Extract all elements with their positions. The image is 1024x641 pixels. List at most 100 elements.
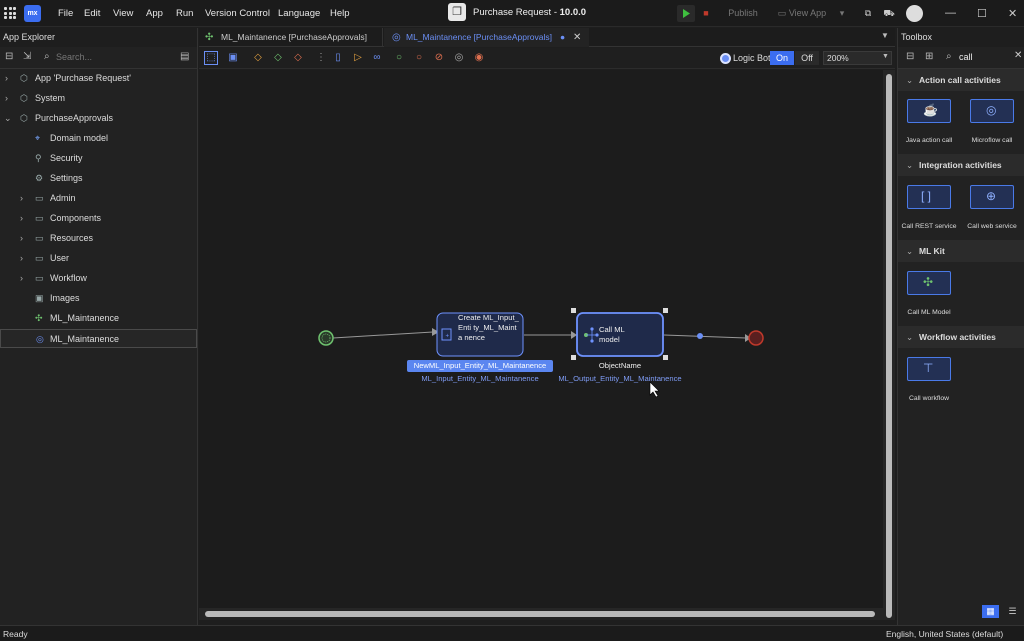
chevron-right-icon[interactable]: › xyxy=(20,229,30,248)
section-integration-activities[interactable]: ⌄ Integration activities xyxy=(898,154,1024,176)
create-activity-variable[interactable]: NewML_Input_Entity_ML_Maintanence xyxy=(407,360,553,372)
tool-call-ml-model[interactable]: ✣ xyxy=(907,271,951,295)
layout-icon[interactable]: ▤ xyxy=(180,51,189,62)
publish-button[interactable]: Publish xyxy=(720,5,766,22)
sequence-flow[interactable] xyxy=(663,334,747,339)
tree-item-domain-model[interactable]: ⌖ Domain model xyxy=(0,129,197,148)
view-app-button[interactable]: ▭ View App xyxy=(772,5,832,22)
menu-run[interactable]: Run xyxy=(176,8,193,19)
tool-microflow-call[interactable]: ◎ xyxy=(970,99,1014,123)
menu-view[interactable]: View xyxy=(113,8,133,19)
resize-handle[interactable] xyxy=(571,355,576,360)
tree-item-app[interactable]: › ⬡ App 'Purchase Request' xyxy=(0,69,197,88)
flow-handle[interactable] xyxy=(697,333,703,339)
grid-view-icon[interactable]: ▦ xyxy=(982,605,999,618)
menu-language[interactable]: Language xyxy=(278,8,320,19)
menu-edit[interactable]: Edit xyxy=(84,8,100,19)
list-view-icon[interactable]: ☰ xyxy=(1004,605,1021,618)
tool-call-web-service[interactable]: ⊕ xyxy=(970,185,1014,209)
view-app-dropdown-icon[interactable]: ▾ xyxy=(836,5,848,22)
chevron-right-icon[interactable]: › xyxy=(20,269,30,288)
tab-ml-model[interactable]: ✣ ML_Maintanence [PurchaseApprovals] xyxy=(199,28,383,47)
stop-icon[interactable]: ■ xyxy=(699,5,713,22)
microflow-canvas[interactable]: + Create ML_Input_Enti ty_ML_Mainta nenc… xyxy=(199,70,883,608)
app-explorer-search-input[interactable] xyxy=(56,50,171,64)
vertical-scrollbar[interactable] xyxy=(883,70,895,620)
sync-icon[interactable]: ⇲ xyxy=(23,51,31,62)
break-icon[interactable]: ∞ xyxy=(371,52,383,64)
zoom-select[interactable]: 200% ▼ xyxy=(823,51,892,65)
resize-handle[interactable] xyxy=(663,355,668,360)
tool-call-workflow[interactable]: ⊤ xyxy=(907,357,951,381)
app-grid-icon[interactable] xyxy=(4,7,16,19)
close-tab-icon[interactable]: ✕ xyxy=(573,28,581,47)
expand-all-icon[interactable]: ⊞ xyxy=(925,51,933,62)
horizontal-scrollbar[interactable] xyxy=(199,608,883,620)
menu-file[interactable]: File xyxy=(58,8,73,19)
annotation-tool-icon[interactable]: ▣ xyxy=(227,52,239,64)
tree-item-images[interactable]: ▣ Images xyxy=(0,289,197,308)
tree-item-security[interactable]: ⚲ Security xyxy=(0,149,197,168)
tree-item-system[interactable]: › ⬡ System xyxy=(0,89,197,108)
tree-item-admin[interactable]: › ▭ Admin xyxy=(0,189,197,208)
object-type-decision-icon[interactable]: ◇ xyxy=(272,52,284,64)
chevron-right-icon[interactable]: › xyxy=(20,209,30,228)
end-event-icon[interactable]: ○ xyxy=(413,52,425,64)
chevron-down-icon[interactable]: ⌄ xyxy=(4,109,14,128)
section-workflow-activities[interactable]: ⌄ Workflow activities xyxy=(898,326,1024,348)
avatar[interactable] xyxy=(906,5,923,22)
tree-item-ml-model[interactable]: ✣ ML_Maintanence xyxy=(0,309,197,328)
collapse-all-icon[interactable]: ⊟ xyxy=(5,51,13,62)
chevron-right-icon[interactable]: › xyxy=(20,249,30,268)
minimize-icon[interactable]: — xyxy=(945,7,956,19)
run-button[interactable] xyxy=(677,5,695,22)
tab-list-dropdown-icon[interactable]: ▼ xyxy=(881,31,889,40)
chevron-right-icon[interactable]: › xyxy=(5,89,15,108)
end-event[interactable] xyxy=(748,330,764,346)
clear-search-icon[interactable]: ✕ xyxy=(1014,50,1022,61)
tool-java-action-call[interactable]: ☕ xyxy=(907,99,951,123)
close-icon[interactable]: ✕ xyxy=(1008,7,1017,20)
language-status[interactable]: English, United States (default) xyxy=(886,629,1003,639)
tool-call-rest-service[interactable]: [ ] xyxy=(907,185,951,209)
vertical-scroll-thumb[interactable] xyxy=(886,74,892,618)
globe-icon: ⊕ xyxy=(986,189,997,203)
tree-item-components[interactable]: › ▭ Components xyxy=(0,209,197,228)
horizontal-scroll-thumb[interactable] xyxy=(205,611,875,617)
tree-item-resources[interactable]: › ▭ Resources xyxy=(0,229,197,248)
tab-microflow[interactable]: ◎ ML_Maintanence [PurchaseApprovals] ● ✕ xyxy=(384,28,589,47)
toolbox-search-input[interactable] xyxy=(959,50,1004,64)
menu-version-control[interactable]: Version Control xyxy=(205,8,270,19)
maximize-icon[interactable]: ☐ xyxy=(977,7,987,20)
logic-bot-on-button[interactable]: On xyxy=(770,51,794,65)
logic-bot-off-button[interactable]: Off xyxy=(795,51,819,65)
share-icon[interactable]: ⧉ xyxy=(860,5,876,22)
error-event-icon[interactable]: ⊘ xyxy=(433,52,445,64)
resize-handle[interactable] xyxy=(571,308,576,313)
resize-handle[interactable] xyxy=(663,308,668,313)
chevron-right-icon[interactable]: › xyxy=(5,69,15,88)
marketplace-icon[interactable]: ⛟ xyxy=(881,5,897,22)
break-event-icon[interactable]: ◉ xyxy=(473,52,485,64)
collapse-all-icon[interactable]: ⊟ xyxy=(906,51,914,62)
menu-help[interactable]: Help xyxy=(330,8,350,19)
select-tool-icon[interactable]: ⬚ xyxy=(204,51,218,65)
chevron-right-icon[interactable]: › xyxy=(20,189,30,208)
tree-item-workflow[interactable]: › ▭ Workflow xyxy=(0,269,197,288)
sequence-flow[interactable] xyxy=(332,331,434,339)
merge-icon[interactable]: ◇ xyxy=(292,52,304,64)
continue-icon[interactable]: ▷ xyxy=(352,52,364,64)
continue-event-icon[interactable]: ◎ xyxy=(453,52,465,64)
tree-item-purchaseapprovals[interactable]: ⌄ ⬡ PurchaseApprovals xyxy=(0,109,197,128)
tree-item-microflow[interactable]: ◎ ML_Maintanence xyxy=(0,329,197,348)
menu-app[interactable]: App xyxy=(146,8,163,19)
parameter-icon[interactable]: ▯ xyxy=(332,52,344,64)
tree-item-settings[interactable]: ⚙ Settings xyxy=(0,169,197,188)
decision-icon[interactable]: ◇ xyxy=(252,52,264,64)
loop-icon[interactable]: ⋮ xyxy=(315,52,327,64)
start-event-icon[interactable]: ○ xyxy=(393,52,405,64)
section-action-call-activities[interactable]: ⌄ Action call activities xyxy=(898,69,1024,91)
start-event[interactable] xyxy=(318,330,334,346)
section-ml-kit[interactable]: ⌄ ML Kit xyxy=(898,240,1024,262)
tree-item-user[interactable]: › ▭ User xyxy=(0,249,197,268)
